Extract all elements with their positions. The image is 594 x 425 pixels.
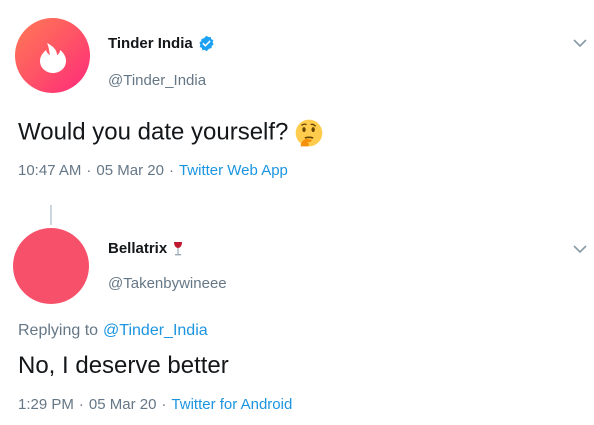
replying-to-link[interactable]: @Tinder_India: [103, 322, 208, 340]
thinking-face-emoji: [296, 119, 323, 147]
meta-separator: ·: [86, 162, 92, 179]
author-name[interactable]: Tinder India: [108, 35, 193, 52]
tinder-flame-icon: [40, 43, 66, 73]
meta-separator: ·: [78, 396, 84, 413]
author-name-row: Tinder India: [108, 35, 215, 52]
reply-author-name[interactable]: Bellatrix: [108, 240, 167, 257]
tweet-source-link[interactable]: Twitter Web App: [179, 162, 288, 179]
chevron-down-icon[interactable]: [573, 38, 587, 48]
tweet-text: Would you date yourself?: [18, 118, 289, 146]
thread-connector-line: [50, 205, 52, 225]
reply-time[interactable]: 1:29 PM: [18, 396, 74, 413]
reply-source-link[interactable]: Twitter for Android: [171, 396, 292, 413]
tinder-avatar[interactable]: [15, 18, 90, 93]
reply-date[interactable]: 05 Mar 20: [89, 396, 157, 413]
reply-text: No, I deserve better: [18, 352, 229, 379]
verified-badge-icon: [199, 35, 214, 52]
reply-meta: 1:29 PM · 05 Mar 20 · Twitter for Androi…: [18, 396, 292, 413]
replying-to-prefix: Replying to: [18, 322, 99, 339]
meta-separator: ·: [168, 162, 174, 179]
meta-separator: ·: [161, 396, 167, 413]
reply-author-handle[interactable]: @Takenbywineee: [108, 275, 227, 292]
chevron-down-icon[interactable]: [573, 244, 587, 254]
reply-author-name-row: Bellatrix: [108, 240, 183, 257]
replying-to-row: Replying to @Tinder_India: [18, 322, 208, 340]
bellatrix-avatar[interactable]: [13, 228, 89, 304]
author-handle[interactable]: @Tinder_India: [108, 72, 206, 89]
tweet-time[interactable]: 10:47 AM: [18, 162, 81, 179]
tweet-text-row: Would you date yourself?: [18, 118, 324, 148]
tweet-meta: 10:47 AM · 05 Mar 20 · Twitter Web App: [18, 162, 288, 179]
wine-glass-emoji: [174, 241, 183, 255]
tweet-date[interactable]: 05 Mar 20: [96, 162, 164, 179]
